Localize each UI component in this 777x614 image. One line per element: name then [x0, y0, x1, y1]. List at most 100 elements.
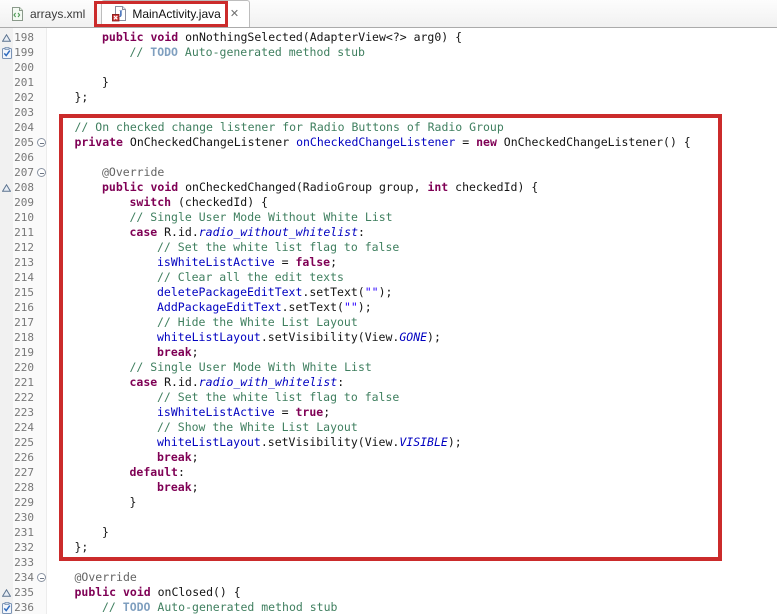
line-number: 218 — [13, 330, 36, 345]
line-number: 220 — [13, 360, 36, 375]
code-text: public void onNothingSelected(AdapterVie… — [47, 30, 777, 45]
code-editor[interactable]: 197@Override198public void onNothingSele… — [0, 28, 777, 614]
code-text: // Clear all the edit texts — [47, 270, 777, 285]
folding-ruler-cell — [36, 330, 47, 345]
code-text: @Override — [47, 165, 777, 180]
code-line[interactable]: 212 // Set the white list flag to false — [0, 240, 777, 255]
folding-ruler-cell — [36, 360, 47, 375]
code-line[interactable]: 205private OnCheckedChangeListener onChe… — [0, 135, 777, 150]
code-line[interactable]: 215deletePackageEditText.setText(""); — [0, 285, 777, 300]
code-line[interactable]: 198public void onNothingSelected(Adapter… — [0, 30, 777, 45]
code-line[interactable]: 234@Override — [0, 570, 777, 585]
code-line[interactable]: 224// Show the White List Layout — [0, 420, 777, 435]
fold-collapse-icon[interactable] — [36, 165, 47, 180]
folding-ruler-cell — [36, 240, 47, 255]
annotation-ruler-cell — [0, 75, 13, 90]
annotation-ruler-cell — [0, 330, 13, 345]
code-line[interactable]: 216AddPackageEditText.setText(""); — [0, 300, 777, 315]
folding-ruler-cell — [36, 255, 47, 270]
code-lines: 197@Override198public void onNothingSele… — [0, 28, 777, 614]
code-text: }; — [47, 90, 777, 105]
annotation-ruler-cell — [0, 465, 13, 480]
line-number: 217 — [13, 315, 36, 330]
tab-mainactivity-java[interactable]: J MainActivity.java ✕ — [101, 0, 250, 27]
annotation-ruler-cell — [0, 390, 13, 405]
code-text: // Set the white list flag to false — [47, 240, 777, 255]
tab-label: arrays.xml — [30, 7, 85, 21]
line-number: 214 — [13, 270, 36, 285]
folding-ruler-cell — [36, 405, 47, 420]
folding-ruler-cell — [36, 510, 47, 525]
code-line[interactable]: 201} — [0, 75, 777, 90]
code-line[interactable]: 221case R.id.radio_with_whitelist: — [0, 375, 777, 390]
code-text: break; — [47, 480, 777, 495]
annotation-ruler-cell — [0, 375, 13, 390]
code-line[interactable]: 199// TODO Auto-generated method stub — [0, 45, 777, 60]
code-line[interactable]: 233 — [0, 555, 777, 570]
annotation-ruler-cell — [0, 285, 13, 300]
code-line[interactable]: 225whiteListLayout.setVisibility(View.VI… — [0, 435, 777, 450]
folding-ruler-cell — [36, 480, 47, 495]
code-text: // On checked change listener for Radio … — [47, 120, 777, 135]
code-text: // Single User Mode With White List — [47, 360, 777, 375]
folding-ruler-cell — [36, 555, 47, 570]
folding-ruler-cell — [36, 390, 47, 405]
code-line[interactable]: 228break; — [0, 480, 777, 495]
fold-collapse-icon[interactable] — [36, 135, 47, 150]
code-line[interactable]: 208public void onCheckedChanged(RadioGro… — [0, 180, 777, 195]
code-line[interactable]: 226break; — [0, 450, 777, 465]
code-line[interactable]: 232}; — [0, 540, 777, 555]
tab-arrays-xml[interactable]: arrays.xml — [0, 0, 95, 27]
code-line[interactable]: 214 // Clear all the edit texts — [0, 270, 777, 285]
code-line[interactable]: 231} — [0, 525, 777, 540]
code-line[interactable]: 209 switch (checkedId) { — [0, 195, 777, 210]
annotation-ruler-cell — [0, 540, 13, 555]
folding-ruler-cell — [36, 300, 47, 315]
code-line[interactable]: 222// Set the white list flag to false — [0, 390, 777, 405]
code-line[interactable]: 210// Single User Mode Without White Lis… — [0, 210, 777, 225]
code-line[interactable]: 217// Hide the White List Layout — [0, 315, 777, 330]
code-text: public void onClosed() { — [47, 585, 777, 600]
line-number: 209 — [13, 195, 36, 210]
code-line[interactable]: 204// On checked change listener for Rad… — [0, 120, 777, 135]
annotation-ruler-cell — [0, 195, 13, 210]
code-text: break; — [47, 450, 777, 465]
annotation-ruler-cell — [0, 435, 13, 450]
code-line[interactable]: 227default: — [0, 465, 777, 480]
folding-ruler-cell — [36, 45, 47, 60]
folding-ruler-cell — [36, 285, 47, 300]
folding-ruler-cell — [36, 90, 47, 105]
code-line[interactable]: 230 — [0, 510, 777, 525]
code-line[interactable]: 236// TODO Auto-generated method stub — [0, 600, 777, 614]
code-text: } — [47, 525, 777, 540]
override-indicator-icon — [0, 585, 13, 600]
code-line[interactable]: 229} — [0, 495, 777, 510]
code-line[interactable]: 206 — [0, 150, 777, 165]
annotation-ruler-cell — [0, 345, 13, 360]
code-line[interactable]: 207@Override — [0, 165, 777, 180]
annotation-ruler-cell — [0, 420, 13, 435]
code-line[interactable]: 219break; — [0, 345, 777, 360]
code-text: // Show the White List Layout — [47, 420, 777, 435]
code-line[interactable]: 202}; — [0, 90, 777, 105]
override-indicator-icon — [0, 180, 13, 195]
code-text — [47, 555, 777, 570]
code-line[interactable]: 203 — [0, 105, 777, 120]
code-line[interactable]: 220 // Single User Mode With White List — [0, 360, 777, 375]
code-line[interactable]: 218 whiteListLayout.setVisibility(View.GO… — [0, 330, 777, 345]
code-line[interactable]: 235public void onClosed() { — [0, 585, 777, 600]
tab-label: MainActivity.java — [132, 7, 220, 21]
code-text — [47, 105, 777, 120]
code-text: // TODO Auto-generated method stub — [47, 45, 777, 60]
code-text: switch (checkedId) { — [47, 195, 777, 210]
code-line[interactable]: 200 — [0, 60, 777, 75]
fold-collapse-icon[interactable] — [36, 570, 47, 585]
code-text: whiteListLayout.setVisibility(View.GONE)… — [47, 330, 777, 345]
line-number: 212 — [13, 240, 36, 255]
code-line[interactable]: 211case R.id.radio_without_whitelist: — [0, 225, 777, 240]
line-number: 234 — [13, 570, 36, 585]
code-line[interactable]: 213isWhiteListActive = false; — [0, 255, 777, 270]
line-number: 213 — [13, 255, 36, 270]
tab-close-icon[interactable]: ✕ — [230, 9, 239, 20]
code-line[interactable]: 223isWhiteListActive = true; — [0, 405, 777, 420]
